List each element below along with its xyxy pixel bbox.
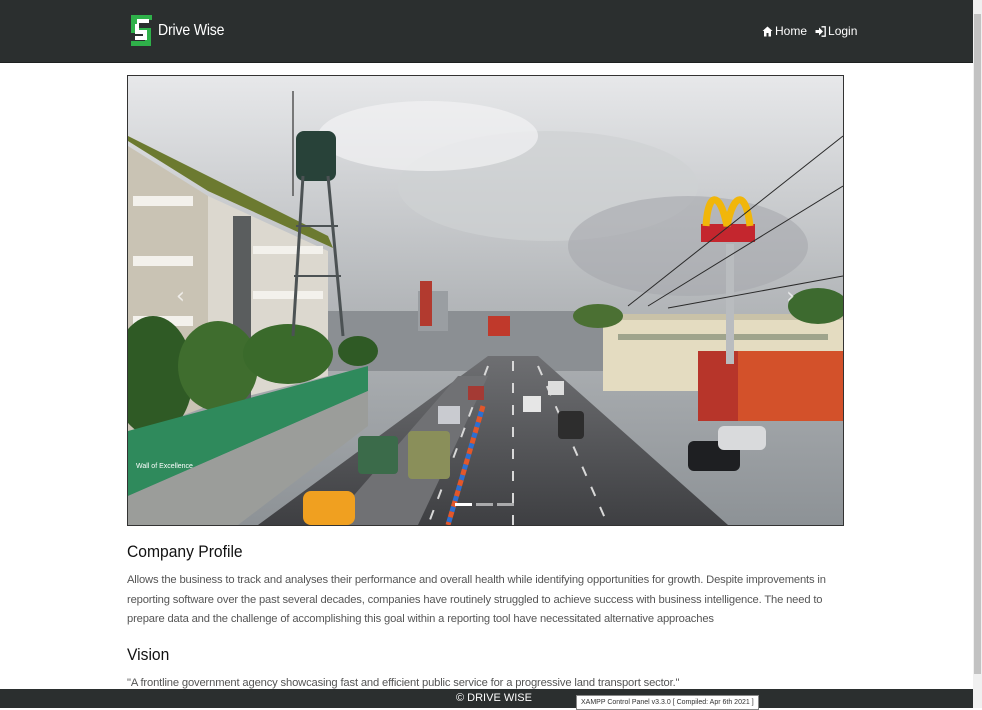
- login-icon: [815, 25, 826, 37]
- main-content: Company Profile Allows the business to t…: [127, 542, 847, 693]
- logo-icon: [131, 15, 152, 46]
- company-profile-heading: Company Profile: [127, 542, 243, 561]
- navbar: Drive Wise Home Login: [0, 0, 973, 63]
- carousel-indicators: [455, 503, 518, 506]
- image-carousel[interactable]: Wall of Excellence ‹ ›: [127, 75, 844, 526]
- carousel-indicator-2[interactable]: [476, 503, 493, 506]
- scrollbar-thumb[interactable]: [974, 14, 981, 674]
- carousel-next-button[interactable]: ›: [786, 284, 795, 309]
- home-link-label: Home: [775, 24, 808, 38]
- home-icon: [762, 26, 773, 36]
- footer-copyright: © DRIVE WISE: [456, 692, 532, 704]
- brand[interactable]: Drive Wise: [129, 14, 233, 47]
- carousel-prev-button[interactable]: ‹: [176, 284, 185, 309]
- footer: © DRIVE WISE: [0, 689, 973, 708]
- carousel-indicator-3[interactable]: [497, 503, 514, 506]
- company-profile-text: Allows the business to track and analyse…: [127, 574, 826, 625]
- login-link[interactable]: Login: [815, 24, 857, 38]
- nav-links: Home Login: [762, 24, 865, 38]
- home-link[interactable]: Home: [762, 24, 807, 38]
- wall-sign-text: Wall of Excellence: [136, 463, 193, 470]
- carousel-indicator-1[interactable]: [455, 503, 472, 506]
- carousel-slide-image: Wall of Excellence: [128, 76, 843, 525]
- login-link-label: Login: [828, 24, 858, 38]
- vision-heading: Vision: [127, 644, 170, 664]
- page-scrollbar[interactable]: [973, 0, 982, 708]
- brand-name: Drive Wise: [158, 21, 225, 39]
